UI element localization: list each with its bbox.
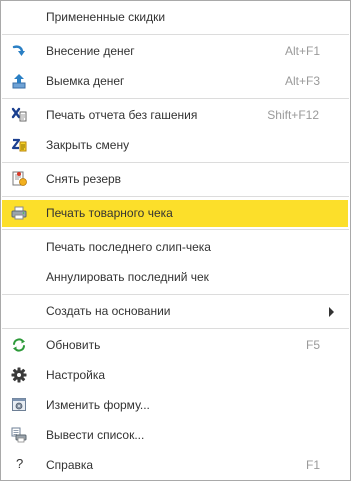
menu-item-label: Внесение денег xyxy=(46,44,135,58)
x-report-icon xyxy=(11,107,27,123)
menu-item-print-x-report[interactable]: Печать отчета без гашения Shift+F12 xyxy=(2,102,349,128)
menu-item-release-reserve[interactable]: Снять резерв xyxy=(2,166,349,192)
menu-item-label: Печать последнего слип-чека xyxy=(46,240,211,254)
menu-item-cancel-last-receipt[interactable]: Аннулировать последний чек xyxy=(2,264,349,290)
output-list-icon xyxy=(11,427,27,443)
menu-item-refresh[interactable]: Обновить F5 xyxy=(2,332,349,358)
submenu-arrow-icon xyxy=(329,307,334,317)
menu-item-cash-deposit[interactable]: Внесение денег Alt+F1 xyxy=(2,38,349,64)
gear-icon xyxy=(11,367,27,383)
printer-icon xyxy=(11,205,27,221)
deposit-arrow-icon xyxy=(11,43,27,59)
shortcut-label: Shift+F12 xyxy=(267,108,319,122)
menu-item-label: Создать на основании xyxy=(46,304,171,318)
shortcut-label: F1 xyxy=(305,458,320,472)
z-report-icon xyxy=(11,137,27,153)
menu-separator xyxy=(2,162,349,163)
shortcut-label: Alt+F3 xyxy=(284,74,320,88)
menu-item-label: Вывести список... xyxy=(46,428,145,442)
menu-item-close-shift[interactable]: Закрыть смену xyxy=(2,132,349,158)
menu-item-cash-withdrawal[interactable]: Выемка денег Alt+F3 xyxy=(2,68,349,94)
menu-item-create-based-on[interactable]: Создать на основании xyxy=(2,298,349,324)
menu-item-help[interactable]: ? Справка F1 xyxy=(2,452,349,478)
menu-separator xyxy=(2,328,349,329)
menu-item-label: Справка xyxy=(46,458,94,472)
menu-separator xyxy=(2,98,349,99)
menu-item-label: Снять резерв xyxy=(46,172,122,186)
shortcut-label: Alt+F1 xyxy=(284,44,320,58)
menu-item-applied-discounts[interactable]: Примененные скидки xyxy=(2,4,349,30)
menu-item-label: Изменить форму... xyxy=(46,398,150,412)
refresh-icon xyxy=(11,337,27,353)
menu-item-label: Аннулировать последний чек xyxy=(46,270,209,284)
help-icon: ? xyxy=(16,456,24,471)
menu-separator xyxy=(2,229,349,230)
menu-separator xyxy=(2,196,349,197)
menu-item-print-last-slip[interactable]: Печать последнего слип-чека xyxy=(2,234,349,260)
menu-item-label: Закрыть смену xyxy=(46,138,130,152)
menu-item-change-form[interactable]: Изменить форму... xyxy=(2,392,349,418)
menu-separator xyxy=(2,34,349,35)
shortcut-label: F5 xyxy=(305,338,320,352)
form-edit-icon xyxy=(11,397,27,413)
menu-item-label: Обновить xyxy=(46,338,101,352)
context-menu: Примененные скидки Внесение денег Alt+F1… xyxy=(0,0,351,481)
menu-item-label: Печать товарного чека xyxy=(46,206,173,220)
withdraw-upload-icon xyxy=(11,73,27,89)
menu-item-output-list[interactable]: Вывести список... xyxy=(2,422,349,448)
menu-item-print-sales-receipt[interactable]: Печать товарного чека xyxy=(2,200,348,227)
menu-item-label: Настройка xyxy=(46,368,106,382)
menu-item-label: Печать отчета без гашения xyxy=(46,108,198,122)
menu-item-label: Выемка денег xyxy=(46,74,125,88)
menu-separator xyxy=(2,294,349,295)
menu-item-label: Примененные скидки xyxy=(46,10,166,24)
release-reserve-icon xyxy=(11,171,27,187)
menu-item-settings[interactable]: Настройка xyxy=(2,362,349,388)
